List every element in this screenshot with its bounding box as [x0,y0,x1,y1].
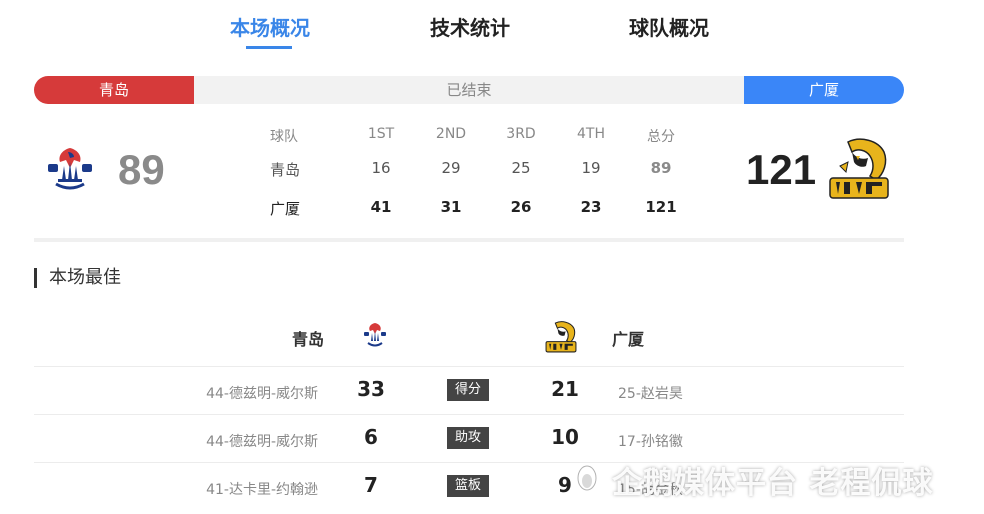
home-player-name[interactable]: 44-德兹明-威尔斯 [206,383,318,403]
qingdao-mini-logo-icon [364,323,386,347]
stat-category-badge: 得分 [447,379,489,401]
team-name: 广厦 [270,200,301,218]
away-stat-value: 21 [551,377,579,401]
total-score: 121 [645,198,677,216]
home-player-name[interactable]: 41-达卡里-约翰逊 [206,479,318,499]
home-stat-value: 6 [364,425,378,449]
watermark-text: 企鹅媒体平台 老程侃球 [612,466,934,501]
away-team-label: 广厦 [744,76,904,104]
column-header: 1ST [367,126,395,142]
guangsha-mini-logo-icon [545,321,577,353]
tab-bar: 本场概况 技术统计 球队概况 [0,0,984,60]
quarter-score: 26 [510,198,532,216]
game-state: 已结束 [194,76,744,104]
stat-category-badge: 助攻 [447,427,489,449]
team-name: 青岛 [270,161,301,179]
quarter-score: 41 [370,198,392,216]
column-header: 3RD [506,126,536,142]
away-stat-value: 10 [551,425,579,449]
home-stat-value: 7 [364,473,378,497]
active-tab-indicator [246,46,292,49]
best-away-team-name: 广厦 [612,330,645,349]
qingdao-logo-icon [48,148,92,190]
quarter-score: 16 [371,159,391,177]
quarter-score: 19 [581,159,601,177]
section-title: 本场最佳 [34,268,121,288]
away-player-name[interactable]: 17-孙铭徽 [618,431,683,451]
quarter-score: 23 [580,198,602,216]
column-header: 4TH [577,126,605,142]
home-team-label: 青岛 [34,76,194,104]
game-status-bar: 青岛 已结束 广厦 [34,76,904,104]
away-player-name[interactable]: 25-赵岩昊 [618,383,683,403]
quarter-score: 29 [441,159,461,177]
tab-overview[interactable]: 本场概况 [230,12,310,41]
quarter-score: 31 [440,198,462,216]
table-row: 青岛 16 29 25 19 89 [270,159,710,183]
home-score: 89 [118,146,165,193]
column-header: 2ND [435,126,467,142]
best-home-team-name: 青岛 [292,330,325,349]
column-header: 球队 [270,129,298,145]
table-row: 广厦 41 31 26 23 121 [270,198,710,222]
tab-stats[interactable]: 技术统计 [430,12,510,41]
home-stat-value: 33 [357,377,385,401]
stat-category-badge: 篮板 [447,475,489,497]
total-score: 89 [650,159,672,177]
penguin-watermark-icon [577,465,597,491]
tab-team-overview[interactable]: 球队概况 [629,12,709,41]
away-score: 121 [746,146,817,193]
column-header: 总分 [647,129,675,145]
quarter-score: 25 [511,159,531,177]
table-row: 44-德兹明-威尔斯 6 助攻 10 17-孙铭徽 [34,414,904,462]
table-row: 44-德兹明-威尔斯 33 得分 21 25-赵岩昊 [34,366,904,414]
guangsha-lion-logo-icon [829,138,889,199]
section-divider [34,238,904,242]
table-header-row: 球队 1ST 2ND 3RD 4TH 总分 [270,126,710,150]
home-player-name[interactable]: 44-德兹明-威尔斯 [206,431,318,451]
